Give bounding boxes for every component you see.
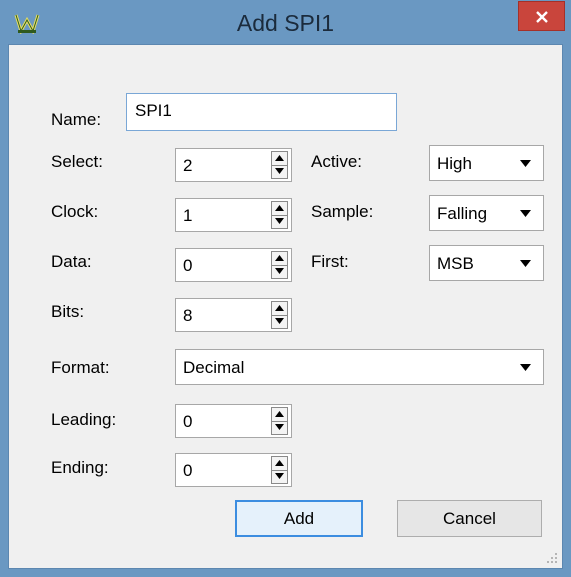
spin-up-icon bbox=[275, 205, 284, 211]
spin-up-icon bbox=[275, 255, 284, 261]
data-increment-button[interactable] bbox=[272, 252, 287, 266]
ending-spinbox[interactable]: 0 bbox=[175, 453, 292, 487]
bits-value: 8 bbox=[183, 306, 193, 325]
close-button[interactable] bbox=[518, 1, 565, 31]
clock-label: Clock: bbox=[51, 202, 99, 221]
title-bar[interactable]: Add SPI1 bbox=[0, 0, 571, 44]
ending-increment-button[interactable] bbox=[272, 457, 287, 471]
format-label: Format: bbox=[51, 358, 110, 377]
chevron-down-icon bbox=[520, 160, 531, 167]
sample-value: Falling bbox=[437, 204, 488, 223]
ending-decrement-button[interactable] bbox=[272, 470, 287, 483]
spin-down-icon bbox=[275, 168, 284, 174]
spin-down-icon bbox=[275, 473, 284, 479]
select-value: 2 bbox=[183, 156, 193, 175]
clock-decrement-button[interactable] bbox=[272, 215, 287, 228]
ending-value: 0 bbox=[183, 461, 193, 480]
select-decrement-button[interactable] bbox=[272, 165, 287, 178]
spin-up-icon bbox=[275, 411, 284, 417]
spin-down-icon bbox=[275, 218, 284, 224]
dialog-body: Name: SPI1 Select: 2 Clock: 1 Data: 0 Bi… bbox=[8, 44, 563, 569]
name-value: SPI1 bbox=[135, 101, 172, 120]
chevron-down-icon bbox=[520, 260, 531, 267]
bits-increment-button[interactable] bbox=[272, 302, 287, 316]
select-increment-button[interactable] bbox=[272, 152, 287, 166]
resize-grip-icon[interactable] bbox=[546, 552, 558, 564]
spin-down-icon bbox=[275, 424, 284, 430]
bits-label: Bits: bbox=[51, 302, 85, 321]
spin-up-icon bbox=[275, 460, 284, 466]
leading-increment-button[interactable] bbox=[272, 408, 287, 422]
data-spinbox[interactable]: 0 bbox=[175, 248, 292, 282]
data-decrement-button[interactable] bbox=[272, 265, 287, 278]
name-input[interactable]: SPI1 bbox=[126, 93, 397, 131]
format-value: Decimal bbox=[183, 358, 245, 377]
clock-value: 1 bbox=[183, 206, 193, 225]
spin-down-icon bbox=[275, 268, 284, 274]
active-value: High bbox=[437, 154, 472, 173]
name-label: Name: bbox=[51, 110, 102, 129]
ending-label: Ending: bbox=[51, 458, 109, 477]
format-dropdown[interactable]: Decimal bbox=[175, 349, 544, 385]
first-value: MSB bbox=[437, 254, 474, 273]
window-title: Add SPI1 bbox=[236, 10, 335, 36]
dialog-window: Add SPI1 Name: SPI1 Select: 2 Clock: 1 D… bbox=[0, 0, 571, 577]
leading-decrement-button[interactable] bbox=[272, 421, 287, 434]
clock-spinbox[interactable]: 1 bbox=[175, 198, 292, 232]
data-value: 0 bbox=[183, 256, 193, 275]
select-label: Select: bbox=[51, 152, 103, 171]
spin-up-icon bbox=[275, 305, 284, 311]
leading-spinbox[interactable]: 0 bbox=[175, 404, 292, 438]
add-button[interactable]: Add bbox=[235, 500, 363, 537]
active-dropdown[interactable]: High bbox=[429, 145, 544, 181]
data-label: Data: bbox=[51, 252, 92, 271]
first-dropdown[interactable]: MSB bbox=[429, 245, 544, 281]
bits-spinbox[interactable]: 8 bbox=[175, 298, 292, 332]
leading-value: 0 bbox=[183, 412, 193, 431]
sample-dropdown[interactable]: Falling bbox=[429, 195, 544, 231]
clock-increment-button[interactable] bbox=[272, 202, 287, 216]
first-label: First: bbox=[311, 252, 349, 271]
cancel-button[interactable]: Cancel bbox=[397, 500, 542, 537]
select-spinbox[interactable]: 2 bbox=[175, 148, 292, 182]
spin-down-icon bbox=[275, 318, 284, 324]
close-icon bbox=[536, 11, 548, 23]
active-label: Active: bbox=[311, 152, 363, 171]
spin-up-icon bbox=[275, 155, 284, 161]
chevron-down-icon bbox=[520, 364, 531, 371]
sample-label: Sample: bbox=[311, 202, 374, 221]
bits-decrement-button[interactable] bbox=[272, 315, 287, 328]
leading-label: Leading: bbox=[51, 410, 117, 429]
chevron-down-icon bbox=[520, 210, 531, 217]
